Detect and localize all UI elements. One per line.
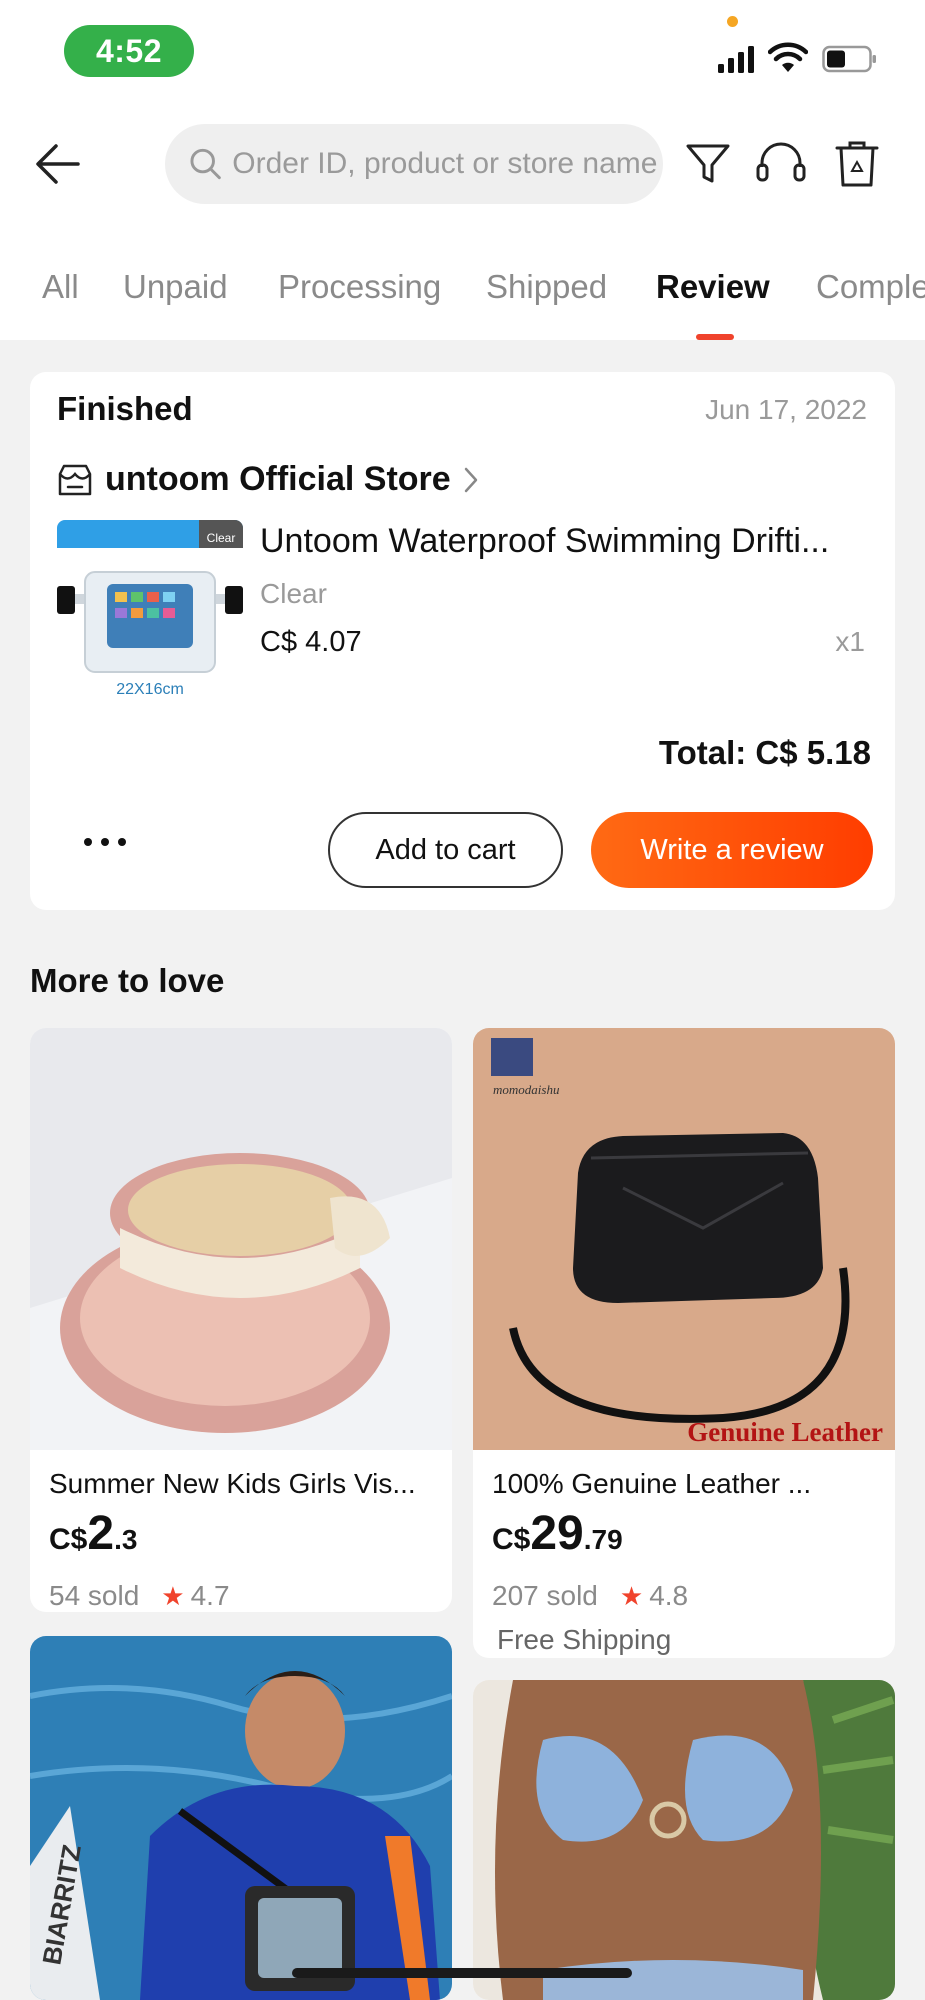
recommendation-card[interactable]: Summer New Kids Girls Vis... C$2.3 54 so… bbox=[30, 1028, 452, 1612]
customer-service-button[interactable] bbox=[754, 136, 808, 192]
product-image: BIARRITZ bbox=[30, 1636, 452, 2000]
rec-product-price: C$29.79 bbox=[492, 1506, 623, 1561]
sold-count: 54 sold bbox=[49, 1580, 140, 1611]
order-date: Jun 17, 2022 bbox=[705, 394, 867, 425]
price-currency: C$ bbox=[492, 1523, 531, 1556]
recycle-bin-button[interactable] bbox=[830, 136, 884, 192]
cellular-signal-icon bbox=[718, 46, 754, 73]
product-price: C$ 4.07 bbox=[260, 626, 362, 658]
more-to-love-title: More to love bbox=[30, 962, 225, 999]
thumb-caption: 22X16cm bbox=[116, 681, 184, 698]
more-dots-icon bbox=[84, 838, 126, 846]
rating-value: 4.8 bbox=[649, 1580, 689, 1611]
tab-completed[interactable]: Comple bbox=[816, 268, 925, 306]
product-image bbox=[30, 1028, 452, 1450]
home-indicator bbox=[292, 1968, 632, 1978]
price-currency: C$ bbox=[49, 1523, 88, 1556]
straw-visor-hat-image bbox=[30, 1028, 452, 1450]
star-icon: ★ bbox=[161, 1580, 185, 1611]
tab-shipped[interactable]: Shipped bbox=[486, 268, 607, 306]
product-quantity: x1 bbox=[835, 626, 865, 657]
recommendation-card[interactable] bbox=[473, 1680, 895, 2000]
active-tab-indicator bbox=[696, 334, 734, 340]
swimmer-waterproof-pouch-image: BIARRITZ bbox=[30, 1636, 452, 2000]
chevron-right-icon bbox=[464, 467, 477, 492]
recommendation-card[interactable]: BIARRITZ bbox=[30, 1636, 452, 2000]
price-decimal: .3 bbox=[114, 1524, 138, 1555]
image-overlay-text: Genuine Leather bbox=[687, 1417, 883, 1447]
product-image: momodaishu Genuine Leather bbox=[473, 1028, 895, 1450]
store-name: untoom Official Store bbox=[105, 460, 451, 498]
rec-product-title: 100% Genuine Leather ... bbox=[492, 1468, 812, 1499]
product-image bbox=[473, 1680, 895, 2000]
store-icon bbox=[58, 464, 92, 495]
star-icon: ★ bbox=[619, 1580, 644, 1611]
search-icon bbox=[190, 148, 221, 180]
rating-value: 4.7 bbox=[190, 1580, 230, 1611]
price-integer: 29 bbox=[530, 1507, 584, 1560]
wifi-icon bbox=[768, 42, 808, 72]
rec-sales-rating: 207 sold ★ 4.8 bbox=[492, 1580, 688, 1612]
battery-icon bbox=[822, 45, 876, 73]
brand-mark: momodaishu bbox=[493, 1082, 560, 1097]
add-to-cart-button[interactable]: Add to cart bbox=[328, 812, 563, 888]
privacy-indicator-dot bbox=[727, 16, 738, 27]
more-options-button[interactable] bbox=[70, 812, 140, 872]
back-arrow-icon bbox=[36, 144, 80, 184]
order-status: Finished bbox=[57, 390, 193, 427]
rec-product-title: Summer New Kids Girls Vis... bbox=[49, 1468, 416, 1499]
tab-processing[interactable]: Processing bbox=[278, 268, 441, 306]
waterproof-pouch-image: Clear 22X16cm bbox=[57, 520, 243, 706]
product-thumbnail[interactable]: Clear 22X16cm bbox=[57, 520, 243, 706]
rec-sales-rating: 54 sold ★ 4.7 bbox=[49, 1580, 230, 1612]
filter-icon bbox=[686, 144, 730, 183]
price-decimal: .79 bbox=[583, 1524, 623, 1555]
orders-header: All Unpaid Processing Shipped Review Com… bbox=[0, 100, 925, 340]
product-title[interactable]: Untoom Waterproof Swimming Drifti... bbox=[260, 522, 880, 561]
order-search-bar[interactable] bbox=[165, 124, 663, 204]
thumb-badge: Clear bbox=[207, 531, 236, 545]
store-link[interactable]: untoom Official Store bbox=[57, 460, 479, 499]
product-variant: Clear bbox=[260, 578, 327, 609]
headset-icon bbox=[756, 142, 806, 182]
price-integer: 2 bbox=[87, 1507, 115, 1560]
filter-button[interactable] bbox=[681, 136, 735, 192]
tab-unpaid[interactable]: Unpaid bbox=[123, 268, 228, 306]
bikini-top-image bbox=[473, 1680, 895, 2000]
rec-product-price: C$2.3 bbox=[49, 1506, 137, 1561]
sold-count: 207 sold bbox=[492, 1580, 598, 1611]
status-time: 4:52 bbox=[64, 25, 194, 77]
search-input[interactable] bbox=[232, 147, 663, 181]
write-review-button[interactable]: Write a review bbox=[591, 812, 873, 888]
free-shipping-label: Free Shipping bbox=[497, 1624, 672, 1655]
status-bar: 4:52 bbox=[0, 0, 925, 100]
order-card: Finished Jun 17, 2022 untoom Official St… bbox=[30, 372, 895, 910]
tab-review[interactable]: Review bbox=[656, 268, 770, 306]
tab-all[interactable]: All bbox=[42, 268, 79, 306]
order-total: Total: C$ 5.18 bbox=[658, 734, 871, 771]
trash-icon bbox=[835, 141, 879, 187]
back-button[interactable] bbox=[30, 136, 86, 192]
recommendation-card[interactable]: momodaishu Genuine Leather 100% Genuine … bbox=[473, 1028, 895, 1658]
order-status-tabs: All Unpaid Processing Shipped Review Com… bbox=[0, 250, 925, 340]
leather-shoulder-bag-image: momodaishu Genuine Leather bbox=[473, 1028, 895, 1450]
